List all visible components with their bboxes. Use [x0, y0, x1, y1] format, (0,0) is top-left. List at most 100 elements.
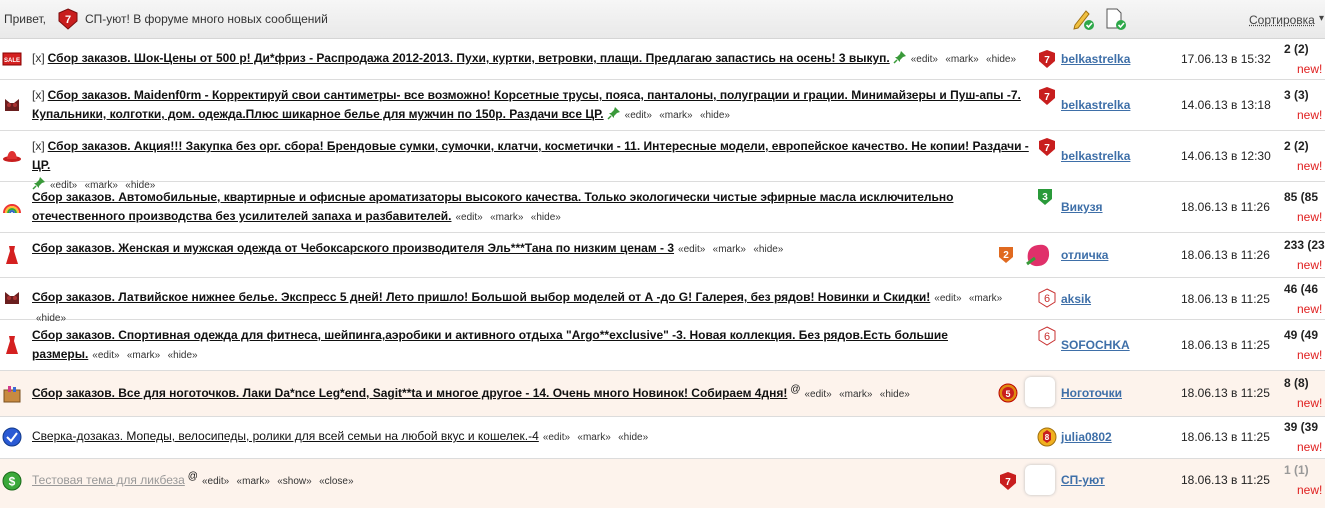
edit-link[interactable]: «edit»	[625, 110, 652, 121]
mark-link[interactable]: «mark»	[490, 212, 523, 223]
edit-link[interactable]: «edit»	[92, 350, 119, 361]
new-badge[interactable]: new!	[1297, 348, 1322, 362]
hide-link[interactable]: «hide»	[986, 54, 1016, 65]
user-rank-2-icon: 2	[999, 247, 1013, 263]
author-link[interactable]: отличка	[1061, 248, 1108, 262]
check-circle-icon	[2, 427, 22, 447]
svg-text:5: 5	[1005, 389, 1010, 399]
user-rank-6-icon: 6	[1038, 326, 1056, 346]
new-badge[interactable]: new!	[1297, 210, 1322, 224]
chevron-down-icon[interactable]: ▾	[1319, 13, 1324, 24]
svg-text:7: 7	[65, 14, 71, 26]
at-mention-icon: @	[790, 384, 801, 395]
mark-link[interactable]: «mark»	[237, 476, 270, 487]
mark-link[interactable]: «mark»	[127, 350, 160, 361]
last-post-date: 18.06.13 в 11:25	[1181, 430, 1270, 444]
hide-link[interactable]: «hide»	[700, 110, 730, 121]
mark-link[interactable]: «mark»	[713, 244, 746, 255]
author-link[interactable]: aksik	[1061, 292, 1091, 306]
author-link[interactable]: СП-уют	[1061, 473, 1105, 487]
user-rank-7-icon: 7	[58, 8, 78, 30]
topic-link[interactable]: Сбор заказов. Женская и мужская одежда о…	[32, 241, 674, 255]
author-link[interactable]: Викузя	[1061, 200, 1103, 214]
forum-header: Привет, 7 СП-уют! В форуме много новых с…	[0, 0, 1325, 39]
last-post-date: 14.06.13 в 12:30	[1181, 149, 1271, 163]
avatar[interactable]	[1025, 465, 1055, 495]
topic-row: SALE [x] Сбор заказов. Шок-Цены от 500 р!…	[0, 39, 1325, 80]
svg-text:7: 7	[1044, 143, 1050, 154]
author-link[interactable]: belkastrelka	[1061, 52, 1130, 66]
svg-text:SALE: SALE	[4, 58, 20, 64]
mark-link[interactable]: «mark»	[839, 389, 872, 400]
hide-link[interactable]: «hide»	[880, 389, 910, 400]
hide-link[interactable]: «hide»	[531, 212, 561, 223]
hide-link[interactable]: «hide»	[168, 350, 198, 361]
topic-title-cell: Сверка-дозаказ. Мопеды, велосипеды, роли…	[32, 427, 1032, 447]
topic-link[interactable]: Сбор заказов. Акция!!! Закупка без орг. …	[32, 139, 1029, 172]
edit-link[interactable]: «edit»	[911, 54, 938, 65]
edit-link[interactable]: «edit»	[543, 432, 570, 443]
last-post-date: 18.06.13 в 11:26	[1181, 248, 1270, 262]
rainbow-icon	[3, 204, 21, 214]
svg-text:7: 7	[1044, 92, 1050, 103]
author-link[interactable]: Ноготочки	[1061, 386, 1122, 400]
nail-kit-icon	[3, 386, 21, 403]
document-check-icon[interactable]	[1103, 7, 1127, 31]
topic-row: $ Тестовая тема для ликбеза @ «edit» «mark…	[0, 459, 1325, 508]
avatar[interactable]	[1025, 377, 1055, 407]
author-link[interactable]: belkastrelka	[1061, 98, 1130, 112]
new-badge[interactable]: new!	[1297, 483, 1322, 497]
topic-link[interactable]: Сверка-дозаказ. Мопеды, велосипеды, роли…	[32, 429, 539, 443]
new-badge[interactable]: new!	[1297, 440, 1322, 454]
edit-link[interactable]: «edit»	[805, 389, 832, 400]
topic-link[interactable]: Сбор заказов. Шок-Цены от 500 р! Ди*фриз…	[48, 51, 890, 65]
topic-link[interactable]: Сбор заказов. Maidenf0rm - Корректируй с…	[32, 88, 1021, 121]
topic-title-cell: Сбор заказов. Женская и мужская одежда о…	[32, 239, 1032, 259]
topic-link[interactable]: Сбор заказов. Все для ноготочков. Лаки D…	[32, 386, 787, 400]
author-link[interactable]: julia0802	[1061, 430, 1112, 444]
edit-link[interactable]: «edit»	[934, 293, 961, 304]
mark-link[interactable]: «mark»	[577, 432, 610, 443]
hide-link[interactable]: «hide»	[618, 432, 648, 443]
new-badge[interactable]: new!	[1297, 396, 1322, 410]
lingerie-icon	[5, 292, 19, 304]
user-rank-7-icon: 7	[1000, 472, 1016, 490]
reply-count: 49 (49	[1284, 328, 1319, 342]
last-post-date: 14.06.13 в 13:18	[1181, 98, 1271, 112]
mark-link[interactable]: «mark»	[969, 293, 1002, 304]
pin-icon	[893, 51, 906, 64]
close-topic-button[interactable]: [x]	[32, 139, 45, 153]
close-topic-button[interactable]: [x]	[32, 51, 45, 65]
svg-text:$: $	[9, 475, 16, 489]
avatar[interactable]	[1023, 240, 1053, 270]
edit-link[interactable]: «edit»	[678, 244, 705, 255]
author-link[interactable]: belkastrelka	[1061, 149, 1130, 163]
new-badge[interactable]: new!	[1297, 62, 1322, 76]
topic-link[interactable]: Сбор заказов. Латвийское нижнее белье. Э…	[32, 290, 930, 304]
new-badge[interactable]: new!	[1297, 108, 1322, 122]
new-badge[interactable]: new!	[1297, 159, 1322, 173]
new-badge[interactable]: new!	[1297, 302, 1322, 316]
header-message: СП-уют! В форуме много новых сообщений	[85, 12, 328, 26]
reply-count: 8 (8)	[1284, 376, 1309, 390]
edit-link[interactable]: «edit»	[455, 212, 482, 223]
show-link[interactable]: «show»	[277, 476, 311, 487]
reply-count: 233 (23	[1284, 238, 1325, 252]
new-badge[interactable]: new!	[1297, 258, 1322, 272]
svg-text:3: 3	[1042, 192, 1048, 203]
close-link[interactable]: «close»	[319, 476, 353, 487]
edit-pencil-check-icon[interactable]	[1071, 7, 1095, 31]
lingerie-icon	[5, 99, 19, 111]
mark-link[interactable]: «mark»	[945, 54, 978, 65]
hide-link[interactable]: «hide»	[753, 244, 783, 255]
user-rank-7-icon: 7	[1039, 50, 1055, 68]
sort-dropdown[interactable]: Сортировка	[1249, 13, 1315, 27]
user-rank-8-icon: 8	[1037, 427, 1057, 447]
close-topic-button[interactable]: [x]	[32, 88, 45, 102]
topic-link[interactable]: Тестовая тема для ликбеза	[32, 473, 185, 487]
svg-text:6: 6	[1044, 331, 1050, 343]
mark-link[interactable]: «mark»	[659, 110, 692, 121]
reply-count: 3 (3)	[1284, 88, 1309, 102]
author-link[interactable]: SOFOCHKA	[1061, 338, 1130, 352]
edit-link[interactable]: «edit»	[202, 476, 229, 487]
